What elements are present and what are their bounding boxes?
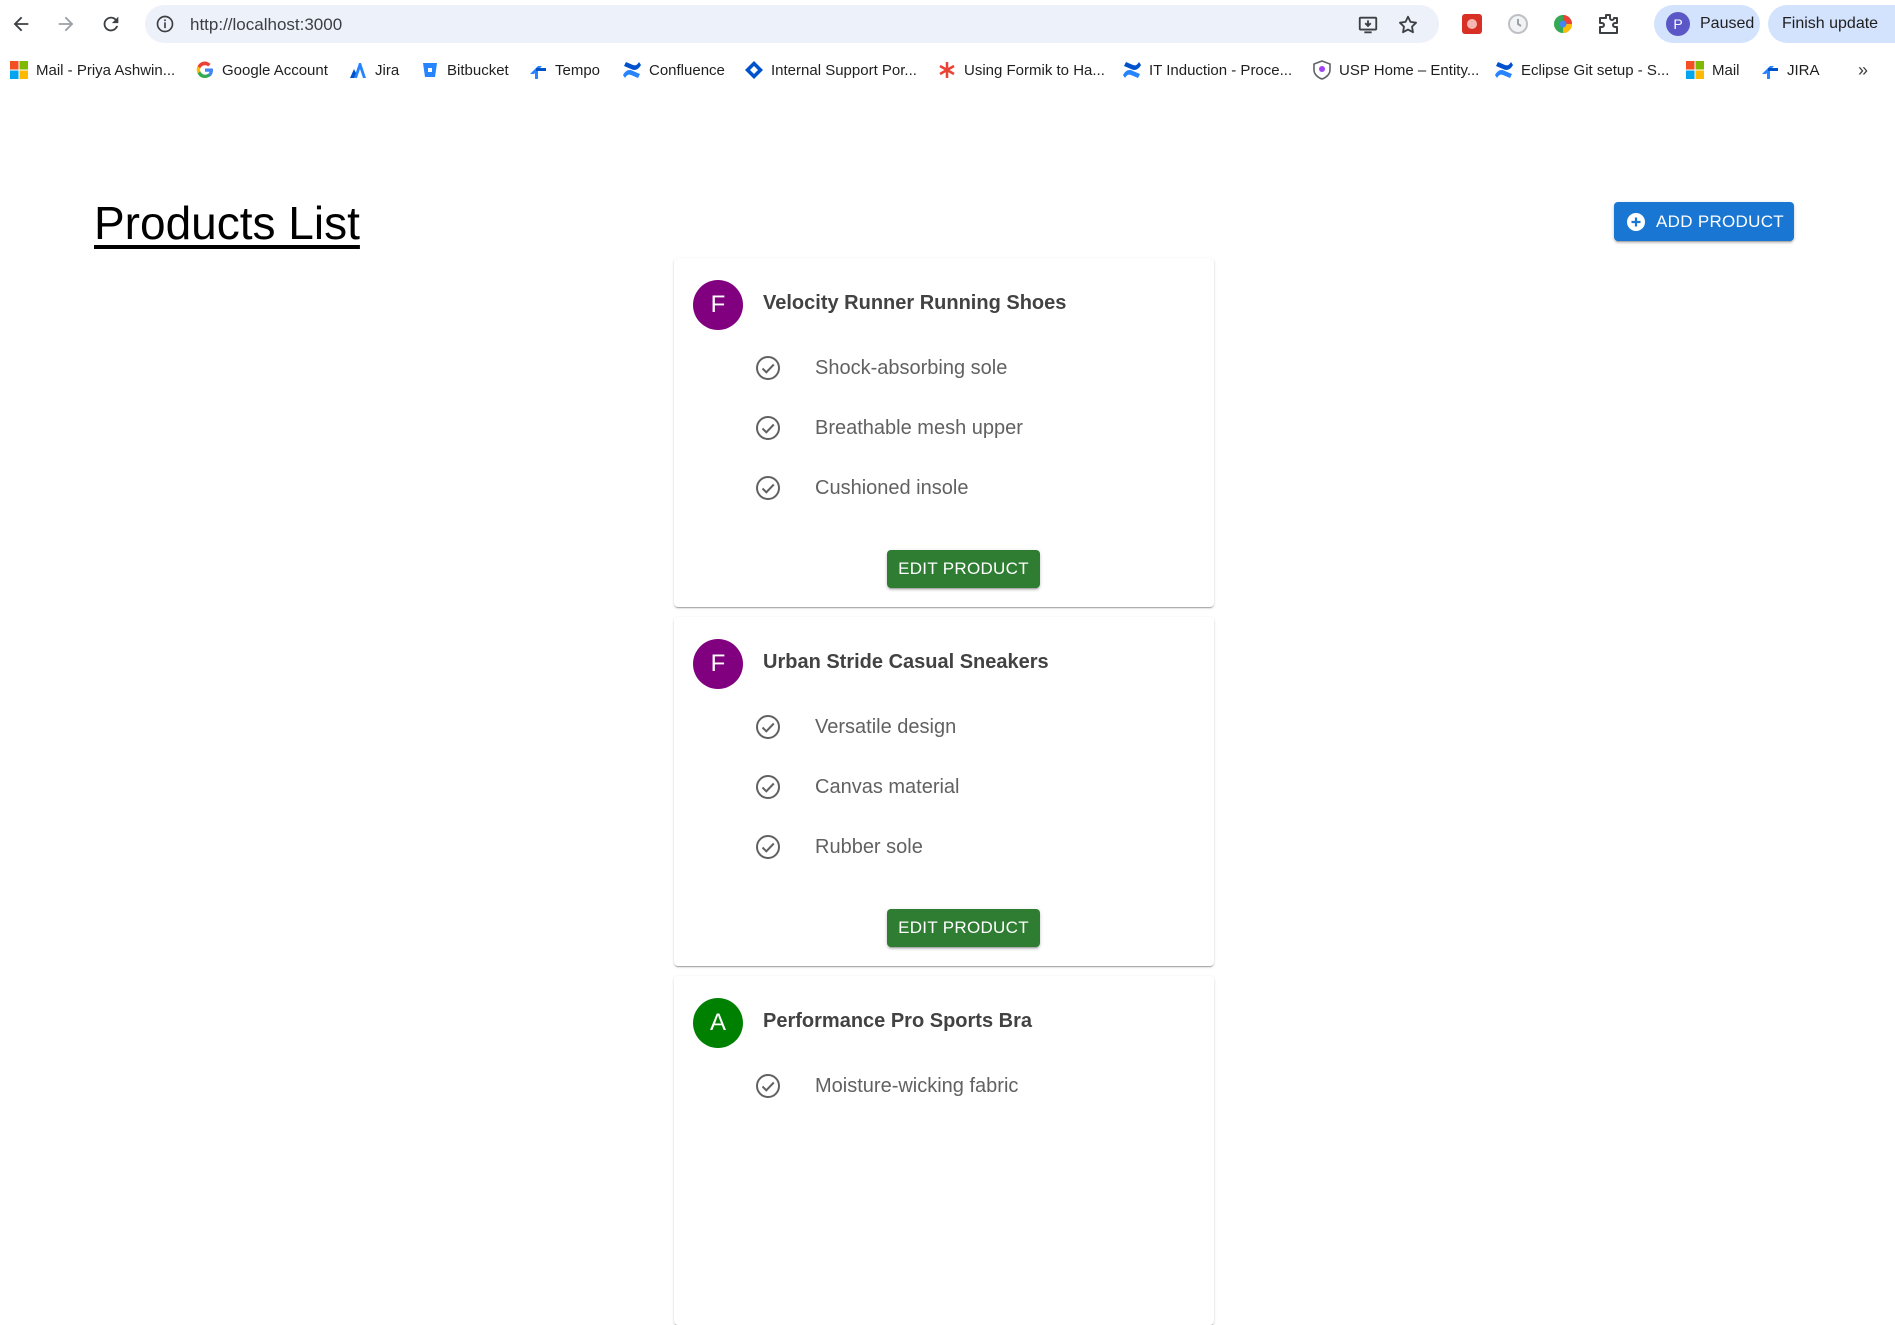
product-name: Urban Stride Casual Sneakers — [763, 651, 1049, 673]
jira-icon — [350, 63, 366, 78]
bookmark-item[interactable]: Google Account — [195, 59, 328, 81]
feature-item: Rubber sole — [754, 832, 1154, 862]
kebab-menu-icon[interactable]: ⋮ — [1888, 15, 1895, 33]
bitbucket-icon — [423, 63, 437, 77]
bookmark-item[interactable]: Using Formik to Ha... — [937, 59, 1105, 81]
bookmark-label: Tempo — [555, 61, 601, 79]
feature-item: Shock-absorbing sole — [754, 353, 1154, 383]
profile-status: Paused — [1700, 15, 1755, 32]
bookmark-item[interactable]: Jira — [348, 59, 399, 81]
add-product-button[interactable]: ADD PRODUCT — [1614, 202, 1794, 241]
address-bar[interactable]: http://localhost:3000 — [145, 5, 1439, 43]
microsoft-icon — [1686, 61, 1704, 79]
feature-text: Cushioned insole — [815, 476, 969, 499]
url-text[interactable]: http://localhost:3000 — [190, 15, 342, 35]
browser-toolbar: http://localhost:3000 P Paused Finish up… — [0, 0, 1895, 48]
star-icon[interactable] — [1397, 14, 1419, 36]
product-card: A Performance Pro Sports Bra Moisture-wi… — [674, 976, 1214, 1325]
extension-clock-icon[interactable] — [1506, 12, 1530, 36]
feature-text: Versatile design — [815, 715, 957, 738]
install-app-icon[interactable] — [1357, 14, 1379, 36]
check-circle-icon — [756, 356, 780, 380]
bookmarks-bar: Mail - Priya Ashwin... Google Account Ji… — [0, 52, 1895, 88]
confluence-icon — [623, 62, 641, 78]
product-name: Velocity Runner Running Shoes — [763, 292, 1067, 314]
bookmark-label: JIRA — [1787, 61, 1820, 79]
product-card: F Velocity Runner Running Shoes Shock-ab… — [674, 258, 1214, 607]
page-title: Products List — [94, 197, 360, 249]
bookmark-item[interactable]: Eclipse Git setup - S... — [1494, 59, 1669, 81]
feature-item: Moisture-wicking fabric — [754, 1071, 1154, 1101]
forward-button[interactable] — [50, 8, 82, 40]
feature-text: Canvas material — [815, 775, 960, 798]
feature-item: Cushioned insole — [754, 473, 1154, 503]
edit-product-button[interactable]: EDIT PRODUCT — [887, 550, 1040, 588]
bookmark-label: Bitbucket — [447, 61, 509, 79]
check-circle-icon — [756, 476, 780, 500]
back-button[interactable] — [5, 8, 37, 40]
support-icon — [745, 61, 763, 79]
google-icon — [196, 61, 213, 79]
add-circle-icon — [1627, 212, 1645, 231]
finish-update-button[interactable]: Finish update ⋮ — [1768, 5, 1895, 43]
info-icon[interactable] — [155, 14, 175, 34]
product-card: F Urban Stride Casual Sneakers Versatile… — [674, 617, 1214, 966]
bookmark-label: Confluence — [649, 61, 725, 79]
bookmark-label: USP Home – Entity... — [1339, 61, 1480, 79]
puzzle-icon[interactable] — [1596, 12, 1620, 36]
more-bookmarks-icon[interactable]: » — [1858, 60, 1868, 81]
bookmark-label: Mail — [1712, 61, 1740, 79]
extension-red-icon[interactable] — [1460, 12, 1484, 36]
bookmark-label: IT Induction - Proce... — [1149, 61, 1293, 79]
check-circle-icon — [756, 715, 780, 739]
bookmark-item[interactable]: Confluence — [622, 59, 725, 81]
extension-color-icon[interactable] — [1551, 12, 1575, 36]
bookmark-item[interactable]: USP Home – Entity... — [1312, 59, 1479, 81]
check-circle-icon — [756, 1074, 780, 1098]
edit-product-button[interactable]: EDIT PRODUCT — [887, 909, 1040, 947]
check-circle-icon — [756, 775, 780, 799]
feature-text: Moisture-wicking fabric — [815, 1074, 1019, 1097]
confluence-icon — [1495, 62, 1513, 78]
profile-button[interactable]: P Paused — [1654, 5, 1760, 43]
bookmark-item[interactable]: Mail - Priya Ashwin... — [9, 59, 175, 81]
feature-item: Canvas material — [754, 772, 1154, 802]
product-avatar: F — [693, 280, 743, 330]
bookmark-label: Jira — [375, 61, 400, 79]
product-avatar: A — [693, 998, 743, 1048]
arrow-right-icon — [58, 16, 74, 32]
bookmark-item[interactable]: Internal Support Por... — [744, 59, 917, 81]
arrow-left-icon — [13, 16, 29, 32]
check-circle-icon — [756, 835, 780, 859]
feature-text: Rubber sole — [815, 835, 923, 858]
reload-icon — [103, 16, 119, 32]
asterisk-icon — [939, 62, 955, 78]
microsoft-icon — [10, 61, 28, 79]
feature-text: Breathable mesh upper — [815, 416, 1023, 439]
product-name: Performance Pro Sports Bra — [763, 1010, 1032, 1032]
bookmark-item[interactable]: Tempo — [528, 59, 600, 81]
tempo-icon — [530, 66, 546, 79]
bookmark-item[interactable]: IT Induction - Proce... — [1122, 59, 1292, 81]
add-product-label: ADD PRODUCT — [1656, 211, 1784, 231]
confluence-icon — [1123, 62, 1141, 78]
bookmark-item[interactable]: Bitbucket — [420, 59, 509, 81]
bookmark-label: Google Account — [222, 61, 328, 79]
profile-avatar: P — [1666, 12, 1690, 36]
bookmark-label: Mail - Priya Ashwin... — [36, 61, 176, 79]
usp-icon — [1313, 60, 1331, 80]
check-circle-icon — [756, 416, 780, 440]
bookmark-item[interactable]: JIRA — [1760, 59, 1820, 81]
bookmark-item[interactable]: Mail — [1685, 59, 1740, 81]
product-avatar: F — [693, 639, 743, 689]
tempo-icon — [1762, 66, 1778, 79]
bookmark-label: Eclipse Git setup - S... — [1521, 61, 1670, 79]
feature-text: Shock-absorbing sole — [815, 356, 1008, 379]
feature-item: Breathable mesh upper — [754, 413, 1154, 443]
bookmark-label: Internal Support Por... — [771, 61, 917, 79]
finish-update-label: Finish update — [1782, 15, 1879, 32]
reload-button[interactable] — [95, 8, 127, 40]
feature-item: Versatile design — [754, 712, 1154, 742]
bookmark-label: Using Formik to Ha... — [964, 61, 1105, 79]
